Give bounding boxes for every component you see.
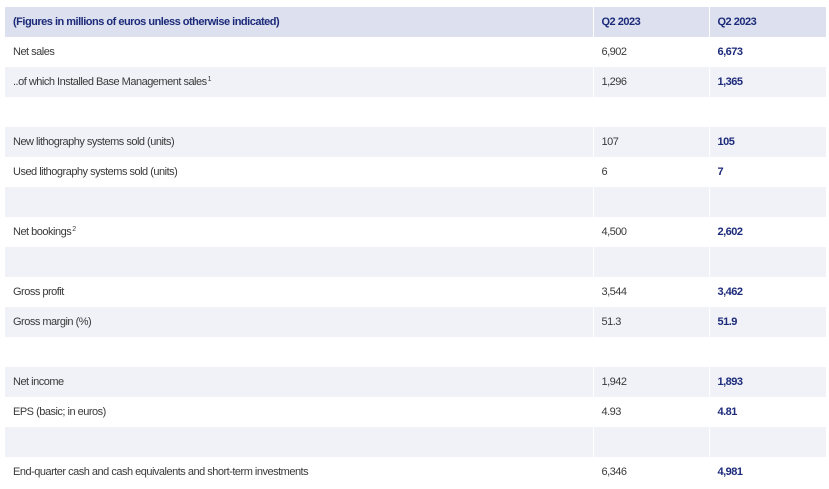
row-prev-value: [592, 97, 709, 127]
row-label: [5, 97, 593, 127]
row-prev-value: 3,544: [592, 277, 709, 307]
row-label: Net sales: [13, 46, 55, 58]
row-label: [5, 187, 593, 217]
table-row: Net bookings2 4,500 2,602: [5, 217, 826, 247]
footnote-marker: 2: [72, 226, 76, 233]
row-label: Net income: [5, 367, 593, 397]
header-current-quarter: Q2 2023: [708, 7, 826, 37]
header-prev-quarter: Q2 2023: [592, 7, 709, 37]
row-prev-value: 107: [592, 127, 709, 157]
row-current-value: 1,365: [708, 67, 826, 97]
table-row-spacer: [5, 247, 826, 277]
table-row: New lithography systems sold (units) 107…: [5, 127, 826, 157]
row-label: Used lithography systems sold (units): [13, 166, 178, 178]
row-prev-value: 6,902: [592, 37, 709, 67]
row-prev-value: 4.93: [592, 397, 709, 427]
row-prev-value: [592, 247, 709, 277]
row-prev-value: 1,296: [592, 67, 709, 97]
row-current-value: 4,981: [708, 457, 826, 487]
row-label: Gross margin (%): [5, 307, 593, 337]
row-prev-value: [592, 337, 709, 367]
row-label: [5, 247, 593, 277]
table-row: Gross margin (%) 51.3 51.9: [5, 307, 826, 337]
table-row: Gross profit 3,544 3,462: [5, 277, 826, 307]
row-label: End-quarter cash and cash equivalents an…: [13, 466, 309, 478]
row-prev-value: [592, 427, 709, 457]
row-label: Gross profit: [13, 286, 64, 298]
row-current-value: 51.9: [708, 307, 826, 337]
row-label: ..of which Installed Base Management sal…: [5, 67, 593, 97]
row-current-value: [708, 337, 826, 367]
row-label: New lithography systems sold (units): [5, 127, 593, 157]
table-row-spacer: [5, 187, 826, 217]
row-current-value: 4.81: [708, 397, 826, 427]
row-current-value: 3,462: [708, 277, 826, 307]
row-current-value: [708, 187, 826, 217]
financial-summary: (Figures in millions of euros unless oth…: [0, 0, 829, 489]
row-prev-value: 6: [592, 157, 709, 187]
table-header-row: (Figures in millions of euros unless oth…: [5, 7, 826, 37]
header-label: (Figures in millions of euros unless oth…: [5, 7, 593, 37]
row-prev-value: [592, 187, 709, 217]
row-current-value: 6,673: [708, 37, 826, 67]
table-row: Net sales 6,902 6,673: [5, 37, 826, 67]
financial-table: (Figures in millions of euros unless oth…: [5, 7, 826, 487]
row-current-value: [708, 97, 826, 127]
row-current-value: 7: [708, 157, 826, 187]
row-current-value: [708, 427, 826, 457]
table-row: End-quarter cash and cash equivalents an…: [5, 457, 826, 487]
row-current-value: [708, 247, 826, 277]
table-row: Used lithography systems sold (units) 6 …: [5, 157, 826, 187]
row-label: EPS (basic; in euros): [13, 406, 106, 418]
row-label: [5, 427, 593, 457]
row-prev-value: 6,346: [592, 457, 709, 487]
row-prev-value: 4,500: [592, 217, 709, 247]
row-label: Net bookings2: [13, 226, 76, 238]
row-prev-value: 51.3: [592, 307, 709, 337]
table-row: EPS (basic; in euros) 4.93 4.81: [5, 397, 826, 427]
table-row: Net income 1,942 1,893: [5, 367, 826, 397]
footnote-marker: 1: [207, 76, 212, 83]
row-label: [5, 337, 593, 367]
table-row-spacer: [5, 427, 826, 457]
table-row-spacer: [5, 97, 826, 127]
table-row: ..of which Installed Base Management sal…: [5, 67, 826, 97]
row-current-value: 1,893: [708, 367, 826, 397]
row-current-value: 2,602: [708, 217, 826, 247]
row-prev-value: 1,942: [592, 367, 709, 397]
row-current-value: 105: [708, 127, 826, 157]
table-row-spacer: [5, 337, 826, 367]
